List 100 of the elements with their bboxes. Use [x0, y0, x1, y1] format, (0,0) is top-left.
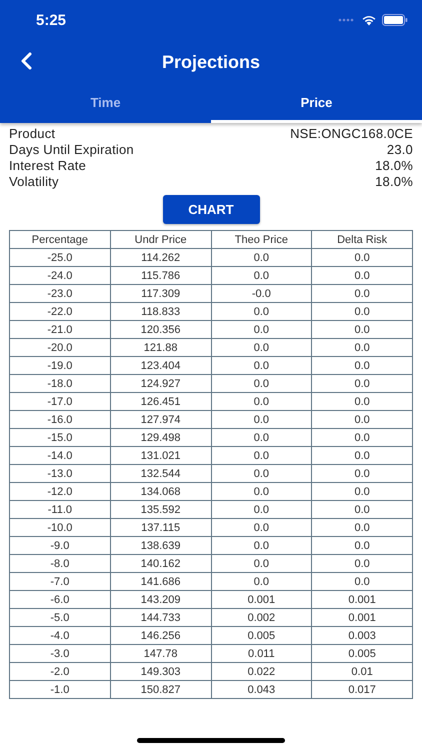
table-cell: 0.0 — [312, 482, 412, 500]
table-cell: -6.0 — [10, 590, 110, 608]
table-cell: 126.451 — [110, 392, 211, 410]
table-cell: 0.0 — [211, 446, 312, 464]
back-button[interactable] — [20, 52, 32, 70]
info-value: 18.0% — [375, 158, 413, 174]
table-cell: 129.498 — [110, 428, 211, 446]
info-label: Volatility — [9, 174, 59, 190]
info-label: Interest Rate — [9, 158, 86, 174]
table-cell: 117.309 — [110, 284, 211, 302]
info-label: Days Until Expiration — [9, 142, 134, 158]
info-value: 23.0 — [386, 142, 413, 158]
table-cell: 0.0 — [211, 356, 312, 374]
table-cell: 0.0 — [312, 320, 412, 338]
table-cell: 120.356 — [110, 320, 211, 338]
table-cell: -21.0 — [10, 320, 110, 338]
table-cell: 0.022 — [211, 662, 312, 680]
table-cell: 0.0 — [211, 482, 312, 500]
table-cell: -5.0 — [10, 608, 110, 626]
table-cell: -19.0 — [10, 356, 110, 374]
table-cell: 0.0 — [211, 464, 312, 482]
column-header: Percentage — [10, 230, 110, 248]
table-cell: 0.043 — [211, 680, 312, 698]
table-cell: 123.404 — [110, 356, 211, 374]
table-cell: 0.0 — [211, 428, 312, 446]
table-cell: 0.0 — [312, 554, 412, 572]
table-cell: 0.0 — [211, 266, 312, 284]
table-cell: -10.0 — [10, 518, 110, 536]
table-cell: 0.0 — [211, 572, 312, 590]
table-cell: 0.0 — [312, 302, 412, 320]
table-cell: 140.162 — [110, 554, 211, 572]
table-cell: 134.068 — [110, 482, 211, 500]
table-cell: 146.256 — [110, 626, 211, 644]
table-cell: -11.0 — [10, 500, 110, 518]
table-cell: 0.0 — [211, 374, 312, 392]
table-cell: 143.209 — [110, 590, 211, 608]
table-cell: 118.833 — [110, 302, 211, 320]
table-cell: 0.0 — [312, 464, 412, 482]
column-header: Theo Price — [211, 230, 312, 248]
table-cell: -0.0 — [211, 284, 312, 302]
table-cell: 127.974 — [110, 410, 211, 428]
table-cell: 0.0 — [312, 266, 412, 284]
table-cell: 150.827 — [110, 680, 211, 698]
table-cell: -23.0 — [10, 284, 110, 302]
table-cell: 0.0 — [312, 536, 412, 554]
table-cell: 0.002 — [211, 608, 312, 626]
table-cell: 0.005 — [211, 626, 312, 644]
table-cell: 0.0 — [312, 338, 412, 356]
table-cell: 0.001 — [312, 608, 412, 626]
status-time: 5:25 — [36, 12, 66, 28]
tab[interactable]: Price — [211, 84, 422, 123]
table-cell: 135.592 — [110, 500, 211, 518]
table-cell: -9.0 — [10, 536, 110, 554]
screen-title: Projections — [162, 52, 260, 72]
table-cell: 137.115 — [110, 518, 211, 536]
table-cell: -25.0 — [10, 248, 110, 266]
table-cell: -4.0 — [10, 626, 110, 644]
table-cell: -3.0 — [10, 644, 110, 662]
tab[interactable]: Time — [0, 84, 211, 123]
table-cell: 138.639 — [110, 536, 211, 554]
table-cell: 0.011 — [211, 644, 312, 662]
table-cell: 121.88 — [110, 338, 211, 356]
table-cell: 0.0 — [312, 518, 412, 536]
table-cell: 0.001 — [312, 590, 412, 608]
table-cell: 0.0 — [211, 554, 312, 572]
table-cell: 144.733 — [110, 608, 211, 626]
table-cell: -1.0 — [10, 680, 110, 698]
table-cell: 0.0 — [211, 248, 312, 266]
table-cell: -8.0 — [10, 554, 110, 572]
table-cell: 0.0 — [312, 410, 412, 428]
table-cell: 0.0 — [211, 302, 312, 320]
chart-button[interactable]: CHART — [162, 195, 260, 224]
table-cell: -2.0 — [10, 662, 110, 680]
table-cell: 0.0 — [312, 356, 412, 374]
table-cell: -14.0 — [10, 446, 110, 464]
table-cell: 0.0 — [211, 320, 312, 338]
table-cell: 0.0 — [211, 500, 312, 518]
table-cell: 0.0 — [312, 446, 412, 464]
table-cell: -12.0 — [10, 482, 110, 500]
table-cell: 149.303 — [110, 662, 211, 680]
table-cell: 0.001 — [211, 590, 312, 608]
battery-icon — [382, 14, 408, 26]
info-label: Product — [9, 126, 56, 142]
table-cell: 0.0 — [312, 248, 412, 266]
table-cell: 0.0 — [211, 338, 312, 356]
table-cell: 131.021 — [110, 446, 211, 464]
table-cell: 0.017 — [312, 680, 412, 698]
table-cell: -13.0 — [10, 464, 110, 482]
table-cell: -7.0 — [10, 572, 110, 590]
table-cell: -24.0 — [10, 266, 110, 284]
table-cell: -18.0 — [10, 374, 110, 392]
table-cell: -17.0 — [10, 392, 110, 410]
table-cell: 0.0 — [211, 518, 312, 536]
table-cell: -15.0 — [10, 428, 110, 446]
table-cell: 0.005 — [312, 644, 412, 662]
table-cell: -20.0 — [10, 338, 110, 356]
table-cell: -16.0 — [10, 410, 110, 428]
table-cell: 0.0 — [312, 374, 412, 392]
table-cell: 0.003 — [312, 626, 412, 644]
info-value: 18.0% — [375, 174, 413, 190]
